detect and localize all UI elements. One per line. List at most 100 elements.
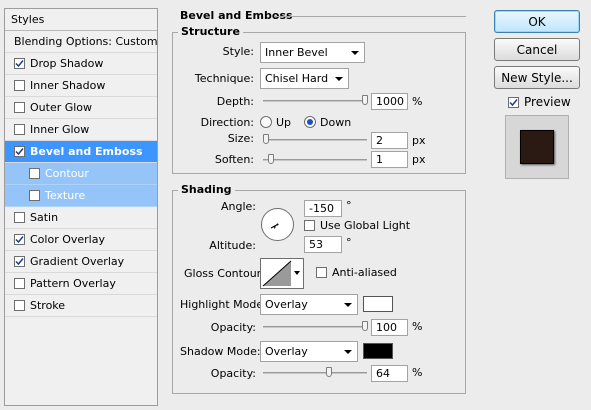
- use-global-light-checkbox[interactable]: Use Global Light: [304, 219, 410, 232]
- style-checkbox[interactable]: [29, 190, 40, 201]
- style-checkbox[interactable]: [14, 102, 25, 113]
- soften-slider-track[interactable]: [263, 159, 367, 161]
- styles-header[interactable]: Styles: [5, 9, 157, 31]
- style-item-contour[interactable]: Contour: [5, 163, 157, 185]
- depth-label: Depth:: [216, 95, 254, 108]
- style-item-inner-glow[interactable]: Inner Glow: [5, 119, 157, 141]
- shadow-opacity-input[interactable]: 64: [371, 365, 408, 382]
- direction-down-radio[interactable]: [304, 116, 316, 128]
- style-checkbox[interactable]: [14, 80, 25, 91]
- shadow-opacity-slider-thumb[interactable]: [326, 367, 332, 377]
- size-input[interactable]: 2: [371, 132, 408, 149]
- depth-slider-thumb[interactable]: [362, 95, 368, 105]
- style-item-label: Pattern Overlay: [30, 277, 116, 290]
- style-dropdown-value: Inner Bevel: [265, 46, 328, 59]
- altitude-input[interactable]: 53: [304, 236, 342, 253]
- highlight-mode-dropdown[interactable]: Overlay: [260, 294, 358, 315]
- style-checkbox[interactable]: [14, 278, 25, 289]
- style-item-label: Bevel and Emboss: [30, 145, 143, 158]
- style-label: Style:: [222, 45, 254, 58]
- direction-up-label: Up: [276, 116, 292, 129]
- style-checkbox[interactable]: [14, 234, 25, 245]
- shading-title: Shading: [178, 183, 235, 196]
- soften-input[interactable]: 1: [371, 151, 408, 168]
- highlight-mode-value: Overlay: [265, 298, 308, 311]
- anti-aliased-label: Anti-aliased: [332, 266, 397, 279]
- style-item-label: Color Overlay: [30, 233, 105, 246]
- cancel-button[interactable]: Cancel: [494, 38, 580, 61]
- highlight-opacity-unit: %: [412, 320, 423, 333]
- size-slider-thumb[interactable]: [263, 134, 269, 144]
- style-item-drop-shadow[interactable]: Drop Shadow: [5, 53, 157, 75]
- depth-input[interactable]: 1000: [371, 93, 408, 110]
- checkbox-box: [304, 220, 315, 231]
- style-item-label: Outer Glow: [30, 101, 93, 114]
- style-checkbox[interactable]: [14, 146, 25, 157]
- style-item-blending-options-custom[interactable]: Blending Options: Custom: [5, 31, 158, 53]
- direction-up-radio[interactable]: [260, 116, 272, 128]
- soften-label: Soften:: [214, 153, 254, 166]
- soften-slider-thumb[interactable]: [268, 154, 274, 164]
- angle-input[interactable]: -150: [304, 200, 342, 217]
- style-item-label: Gradient Overlay: [30, 255, 125, 268]
- gloss-contour-picker[interactable]: [260, 258, 304, 289]
- checkmark-icon: [15, 258, 24, 266]
- chevron-down-icon: [344, 350, 352, 354]
- ok-button[interactable]: OK: [494, 10, 580, 33]
- style-item-color-overlay[interactable]: Color Overlay: [5, 229, 157, 251]
- highlight-opacity-input[interactable]: 100: [371, 319, 408, 336]
- highlight-color-swatch[interactable]: [363, 296, 393, 312]
- title-divider: [274, 16, 466, 17]
- style-checkbox[interactable]: [14, 124, 25, 135]
- technique-dropdown-value: Chisel Hard: [265, 72, 329, 85]
- direction-down-label: Down: [320, 116, 352, 129]
- highlight-opacity-slider-thumb[interactable]: [362, 321, 368, 331]
- shadow-mode-dropdown[interactable]: Overlay: [260, 341, 358, 362]
- shadow-mode-label: Shadow Mode:: [180, 345, 261, 358]
- style-dropdown[interactable]: Inner Bevel: [260, 42, 365, 63]
- style-checkbox[interactable]: [29, 168, 40, 179]
- angle-dial-icon: [261, 208, 294, 241]
- style-checkbox[interactable]: [14, 300, 25, 311]
- style-item-outer-glow[interactable]: Outer Glow: [5, 97, 157, 119]
- highlight-mode-label: Highlight Mode:: [180, 298, 267, 311]
- depth-slider-track[interactable]: [263, 100, 367, 102]
- style-item-bevel-and-emboss[interactable]: Bevel and Emboss: [5, 141, 157, 163]
- gloss-contour-label: Gloss Contour:: [184, 267, 265, 280]
- style-item-label: Texture: [45, 189, 86, 202]
- shadow-color-swatch[interactable]: [363, 343, 393, 359]
- altitude-unit: °: [346, 236, 352, 249]
- shadow-opacity-unit: %: [412, 366, 423, 379]
- style-item-stroke[interactable]: Stroke: [5, 295, 157, 317]
- style-item-gradient-overlay[interactable]: Gradient Overlay: [5, 251, 157, 273]
- size-slider-track[interactable]: [263, 139, 367, 141]
- chevron-down-icon: [335, 77, 343, 81]
- preview-label: Preview: [524, 95, 571, 109]
- anti-aliased-checkbox[interactable]: Anti-aliased: [316, 266, 397, 279]
- checkmark-icon: [15, 60, 24, 68]
- shadow-mode-value: Overlay: [265, 345, 308, 358]
- highlight-opacity-label: Opacity:: [210, 321, 256, 334]
- direction-label: Direction:: [200, 116, 254, 129]
- preview-checkbox[interactable]: Preview: [508, 95, 571, 109]
- style-item-inner-shadow[interactable]: Inner Shadow: [5, 75, 157, 97]
- new-style-button[interactable]: New Style...: [494, 66, 580, 89]
- angle-dial[interactable]: [260, 207, 295, 242]
- style-item-texture[interactable]: Texture: [5, 185, 157, 207]
- size-unit: px: [412, 134, 426, 147]
- technique-label: Technique:: [194, 72, 254, 85]
- chevron-down-icon: [344, 303, 352, 307]
- style-item-satin[interactable]: Satin: [5, 207, 157, 229]
- highlight-opacity-slider-track[interactable]: [263, 326, 367, 328]
- chevron-down-icon: [294, 271, 300, 275]
- checkbox-box: [316, 267, 327, 278]
- style-item-pattern-overlay[interactable]: Pattern Overlay: [5, 273, 157, 295]
- style-item-label: Satin: [30, 211, 59, 224]
- style-checkbox[interactable]: [14, 212, 25, 223]
- style-checkbox[interactable]: [14, 256, 25, 267]
- technique-dropdown[interactable]: Chisel Hard: [260, 68, 349, 89]
- angle-unit: °: [346, 199, 352, 212]
- shadow-opacity-slider-track[interactable]: [263, 372, 367, 374]
- style-item-label: Contour: [45, 167, 89, 180]
- style-checkbox[interactable]: [14, 58, 25, 69]
